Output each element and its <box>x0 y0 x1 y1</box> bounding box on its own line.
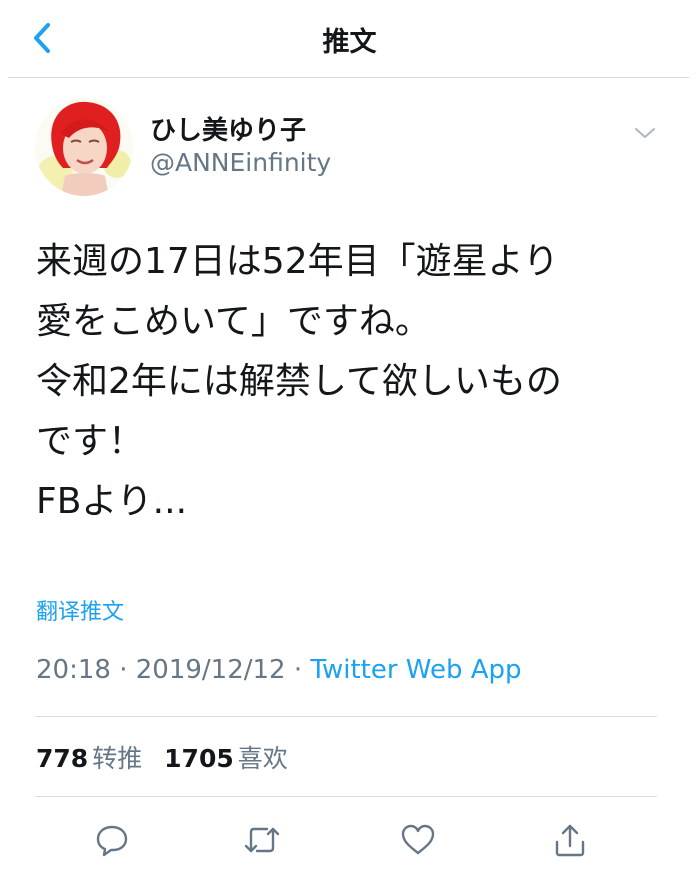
retweet-icon <box>244 827 280 853</box>
tweet-line: 令和2年には解禁して欲しいもの <box>36 361 562 402</box>
avatar[interactable] <box>35 98 133 196</box>
retweet-button[interactable] <box>240 818 284 862</box>
page-title: 推文 <box>322 27 377 58</box>
like-icon <box>401 824 435 855</box>
reply-icon <box>96 825 128 857</box>
tweet-line: FBより... <box>36 481 188 522</box>
retweet-count: 778 <box>36 744 89 773</box>
tweet-source-link[interactable]: Twitter Web App <box>310 655 521 685</box>
tweet-line: 愛をこめいて」ですね。 <box>36 301 431 342</box>
translate-tweet-link[interactable]: 翻译推文 <box>36 594 124 626</box>
tweet-action-bar <box>0 818 699 862</box>
avatar-illustration <box>35 98 133 196</box>
like-label: 喜欢 <box>237 744 288 773</box>
meta-separator: · <box>119 655 128 685</box>
reply-button[interactable] <box>90 818 134 862</box>
tweet-stats: 778 转推 1705 喜欢 <box>36 739 302 775</box>
divider <box>36 716 657 717</box>
share-button[interactable] <box>548 818 592 862</box>
chevron-down-icon <box>635 128 655 138</box>
tweet-date: 2019/12/12 <box>135 655 286 685</box>
meta-separator: · <box>293 655 303 685</box>
share-icon <box>555 824 585 857</box>
tweet-time: 20:18 <box>36 655 111 685</box>
nav-header: 推文 <box>0 0 699 78</box>
author-display-name[interactable]: ひし美ゆり子 <box>150 110 306 147</box>
author-handle[interactable]: @ANNEinfinity <box>150 148 331 177</box>
like-count: 1705 <box>164 744 234 773</box>
tweet-meta: 20:18 · 2019/12/12 · Twitter Web App <box>36 655 522 685</box>
divider <box>36 796 657 797</box>
tweet-line: です！ <box>36 421 145 462</box>
like-button[interactable] <box>396 818 440 862</box>
like-stat[interactable]: 1705 喜欢 <box>164 744 302 773</box>
tweet-line: 来週の17日は52年目「遊星より <box>36 241 559 282</box>
tweet-text: 来週の17日は52年目「遊星より 愛をこめいて」ですね。 令和2年には解禁して欲… <box>36 232 676 532</box>
more-options-button[interactable] <box>628 118 662 148</box>
header-divider <box>8 77 689 78</box>
retweet-stat[interactable]: 778 转推 <box>36 744 156 773</box>
retweet-label: 转推 <box>92 744 143 773</box>
